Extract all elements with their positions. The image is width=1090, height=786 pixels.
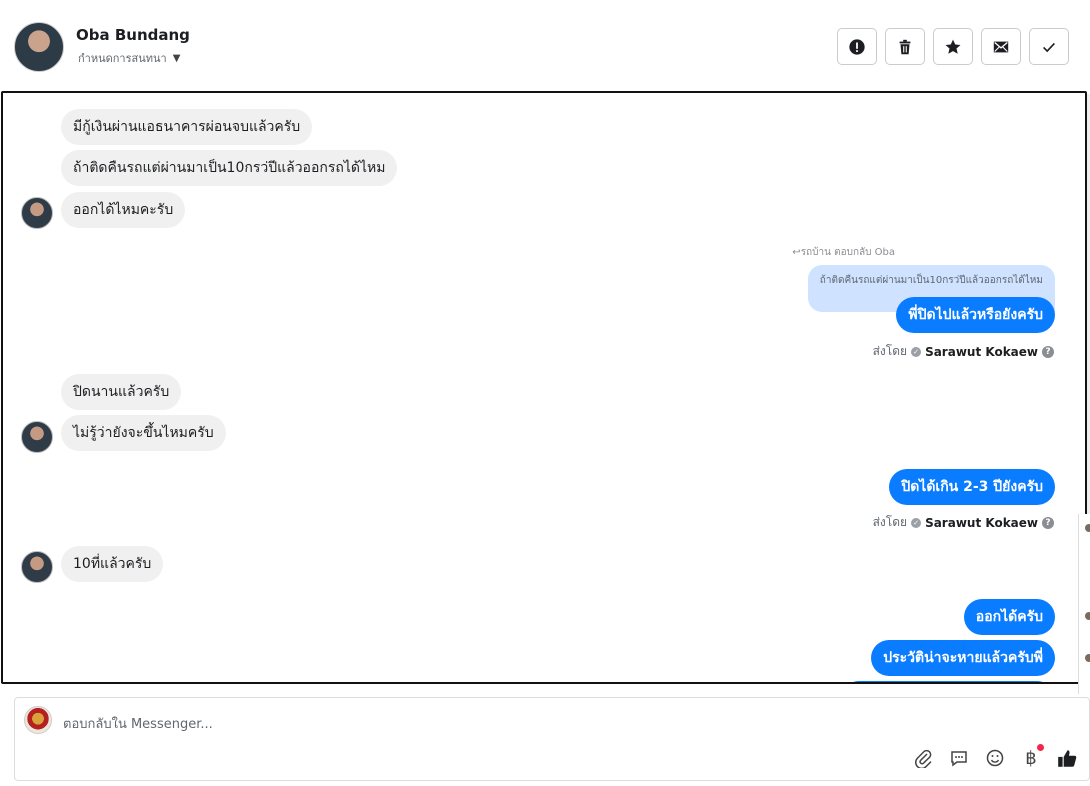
mark-unread-button[interactable] xyxy=(981,28,1021,65)
incoming-message[interactable]: 10ที่แล้วครับ xyxy=(61,546,164,582)
exclamation-icon xyxy=(849,38,865,55)
sent-by-line: ส่งโดย ✓ Sarawut Kokaew ? xyxy=(873,513,1054,532)
outgoing-message[interactable]: ออกได้ครับ xyxy=(963,599,1055,635)
message-thread[interactable]: มีกู้เงินผ่านแอธนาคารผ่อนจบแล้วครับ ถ้าต… xyxy=(1,91,1087,684)
contact-avatar-small xyxy=(21,197,53,229)
sent-by-label: ส่งโดย xyxy=(872,515,908,529)
side-panel-edge xyxy=(1078,514,1090,694)
conversation-toolbar xyxy=(837,28,1069,65)
incoming-message[interactable]: ปิดนานแล้วครับ xyxy=(61,374,182,410)
emoji-icon[interactable] xyxy=(983,746,1007,770)
assign-conversation-dropdown[interactable]: กำหนดการสนทนา ▼ xyxy=(78,49,180,67)
outgoing-message[interactable]: พี่ปิดไปแล้วหรือยังครับ xyxy=(896,297,1055,333)
outgoing-message-partial[interactable] xyxy=(841,681,1055,682)
contact-avatar[interactable] xyxy=(14,22,64,72)
help-icon[interactable]: ? xyxy=(1042,516,1054,529)
incoming-message[interactable]: ออกได้ไหมคะรับ xyxy=(61,192,186,228)
reply-input[interactable]: ตอบกลับใน Messenger... xyxy=(63,713,213,734)
outgoing-message[interactable]: ประวัติน่าจะหายแล้วครับพี่ xyxy=(871,640,1055,676)
conversation-header: Oba Bundang กำหนดการสนทนา ▼ xyxy=(0,0,1090,92)
baht-payment-icon[interactable]: ฿ xyxy=(1019,744,1044,770)
reply-composer[interactable]: ตอบกลับใน Messenger... ฿ xyxy=(14,697,1090,781)
agent-name: Sarawut Kokaew xyxy=(925,344,1038,359)
contact-name[interactable]: Oba Bundang xyxy=(76,26,190,44)
caret-down-icon: ▼ xyxy=(172,52,181,64)
verified-icon: ✓ xyxy=(911,517,922,528)
outgoing-message[interactable]: ปิดได้เกิน 2-3 ปียังครับ xyxy=(889,469,1055,505)
composer-actions: ฿ xyxy=(911,744,1079,770)
sent-by-label: ส่งโดย xyxy=(872,344,908,358)
verified-icon: ✓ xyxy=(911,346,922,357)
delete-button[interactable] xyxy=(885,28,925,65)
star-icon xyxy=(945,39,961,54)
reply-icon: ↩ xyxy=(792,247,801,258)
contact-avatar-small xyxy=(21,551,53,583)
trash-icon xyxy=(899,39,911,54)
saved-replies-icon[interactable] xyxy=(947,746,971,770)
sent-by-line: ส่งโดย ✓ Sarawut Kokaew ? xyxy=(873,342,1054,361)
incoming-message[interactable]: ไม่รู้ว่ายังจะขึ้นไหมครับ xyxy=(61,415,226,451)
notification-dot xyxy=(1037,744,1044,751)
envelope-icon xyxy=(993,41,1009,52)
checkmark-icon xyxy=(1043,42,1055,52)
incoming-message[interactable]: ถ้าติดคืนรถแต่ผ่านมาเป็น10กรว่ปีแล้วออกร… xyxy=(61,150,398,186)
help-icon[interactable]: ? xyxy=(1042,345,1054,358)
star-button[interactable] xyxy=(933,28,973,65)
page-avatar xyxy=(24,706,52,734)
assign-label: กำหนดการสนทนา xyxy=(78,52,167,65)
mark-spam-button[interactable] xyxy=(837,28,877,65)
reply-context-label: ↩รถบ้าน ตอบกลับ Oba xyxy=(792,247,895,258)
incoming-message[interactable]: มีกู้เงินผ่านแอธนาคารผ่อนจบแล้วครับ xyxy=(61,109,313,145)
thumbs-up-icon[interactable] xyxy=(1055,746,1079,770)
attachment-icon[interactable] xyxy=(911,746,935,770)
contact-avatar-small xyxy=(21,421,53,453)
mark-done-button[interactable] xyxy=(1029,28,1069,65)
agent-name: Sarawut Kokaew xyxy=(925,515,1038,530)
